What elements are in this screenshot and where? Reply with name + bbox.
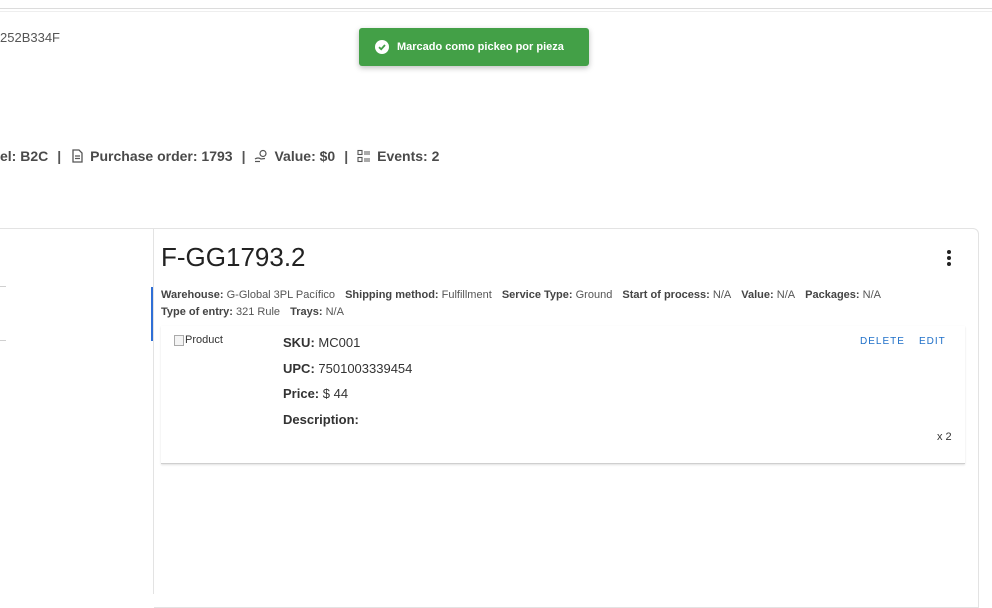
separator: | [241, 148, 246, 164]
check-circle-icon [375, 40, 389, 54]
quantity-label: x 2 [937, 431, 952, 443]
upc-label: UPC: [283, 361, 315, 376]
warehouse-label: Warehouse: [161, 289, 224, 301]
warehouse-value: G-Global 3PL Pacífico [226, 289, 336, 301]
value-label: Value: $0 [274, 148, 336, 164]
sku-field: SKU: MC001 [283, 335, 360, 350]
sku-value: MC001 [318, 335, 361, 350]
channel-label: el: B2C [0, 148, 49, 164]
delete-button[interactable]: DELETE [860, 336, 905, 347]
value-value: N/A [776, 289, 796, 301]
description-field: Description: [283, 412, 359, 427]
order-summary-bar: el: B2C | Purchase order: 1793 | Value: … [0, 148, 439, 164]
service-type-label: Service Type: [501, 289, 573, 301]
more-options-button[interactable] [940, 248, 958, 268]
type-of-entry-label: Type of entry: [161, 306, 233, 318]
events-label: Events: 2 [377, 148, 440, 164]
value-label: Value: [741, 289, 774, 301]
shipping-method-value: Fulfillment [441, 289, 492, 301]
fulfillment-meta-row: Warehouse: G-Global 3PL Pacífico Shippin… [161, 289, 888, 301]
price-field: Price: $ 44 [283, 386, 348, 401]
service-type-value: Ground [575, 289, 613, 301]
trays-value: N/A [325, 306, 344, 318]
upc-value: 7501003339454 [318, 361, 413, 376]
product-image: Product [174, 334, 223, 346]
order-id-fragment: 252B334F [0, 30, 60, 45]
shipping-method-label: Shipping method: [345, 289, 439, 301]
edit-button[interactable]: EDIT [919, 336, 946, 347]
separator: | [344, 148, 349, 164]
fulfillment-meta-row: Type of entry: 321 Rule Trays: N/A [161, 306, 351, 318]
price-value: $ 44 [322, 386, 349, 401]
money-hand-icon [254, 149, 268, 163]
top-divider [0, 8, 992, 9]
description-label: Description: [283, 412, 359, 427]
dot-icon [947, 256, 951, 260]
document-icon [70, 149, 84, 163]
fulfillment-list-panel [0, 228, 154, 594]
broken-image-icon [174, 334, 184, 346]
product-item-card [161, 326, 965, 464]
list-divider [0, 286, 6, 287]
selected-fulfillment-indicator [151, 287, 153, 341]
dot-icon [947, 250, 951, 254]
start-of-process-value: N/A [712, 289, 732, 301]
fulfillment-title: F-GG1793.2 [161, 242, 306, 272]
top-divider-secondary [0, 11, 992, 12]
price-label: Price: [283, 386, 320, 401]
list-divider [0, 340, 6, 341]
success-toast: Marcado como pickeo por pieza [359, 28, 589, 66]
packages-label: Packages: [805, 289, 860, 301]
separator: | [57, 148, 62, 164]
start-of-process-label: Start of process: [622, 289, 710, 301]
dot-icon [947, 262, 951, 266]
product-image-alt: Product [185, 334, 223, 346]
type-of-entry-value: 321 Rule [235, 306, 281, 318]
events-list-icon [357, 149, 371, 163]
upc-field: UPC: 7501003339454 [283, 361, 412, 376]
purchase-order-label: Purchase order: 1793 [90, 148, 233, 164]
sku-label: SKU: [283, 335, 315, 350]
trays-label: Trays: [290, 306, 323, 318]
packages-value: N/A [862, 289, 881, 301]
toast-message: Marcado como pickeo por pieza [397, 41, 564, 53]
